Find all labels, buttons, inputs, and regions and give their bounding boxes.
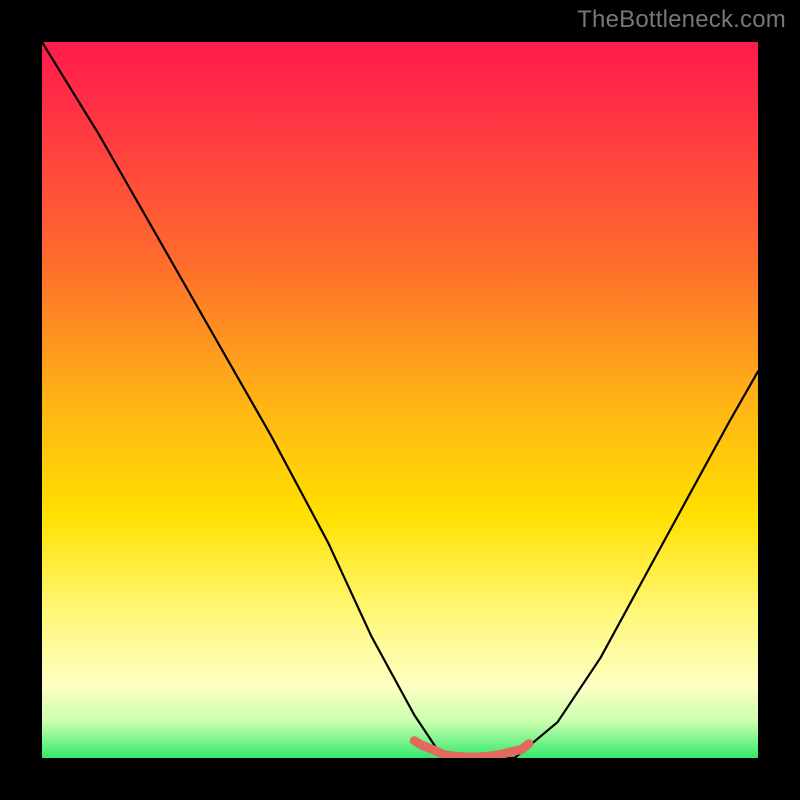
main-curve-path <box>42 42 758 758</box>
watermark-text: TheBottleneck.com <box>577 6 786 34</box>
curve-layer <box>42 42 758 758</box>
chart-frame: TheBottleneck.com <box>0 0 800 800</box>
plot-area <box>42 42 758 758</box>
trough-highlight-path <box>414 741 529 758</box>
